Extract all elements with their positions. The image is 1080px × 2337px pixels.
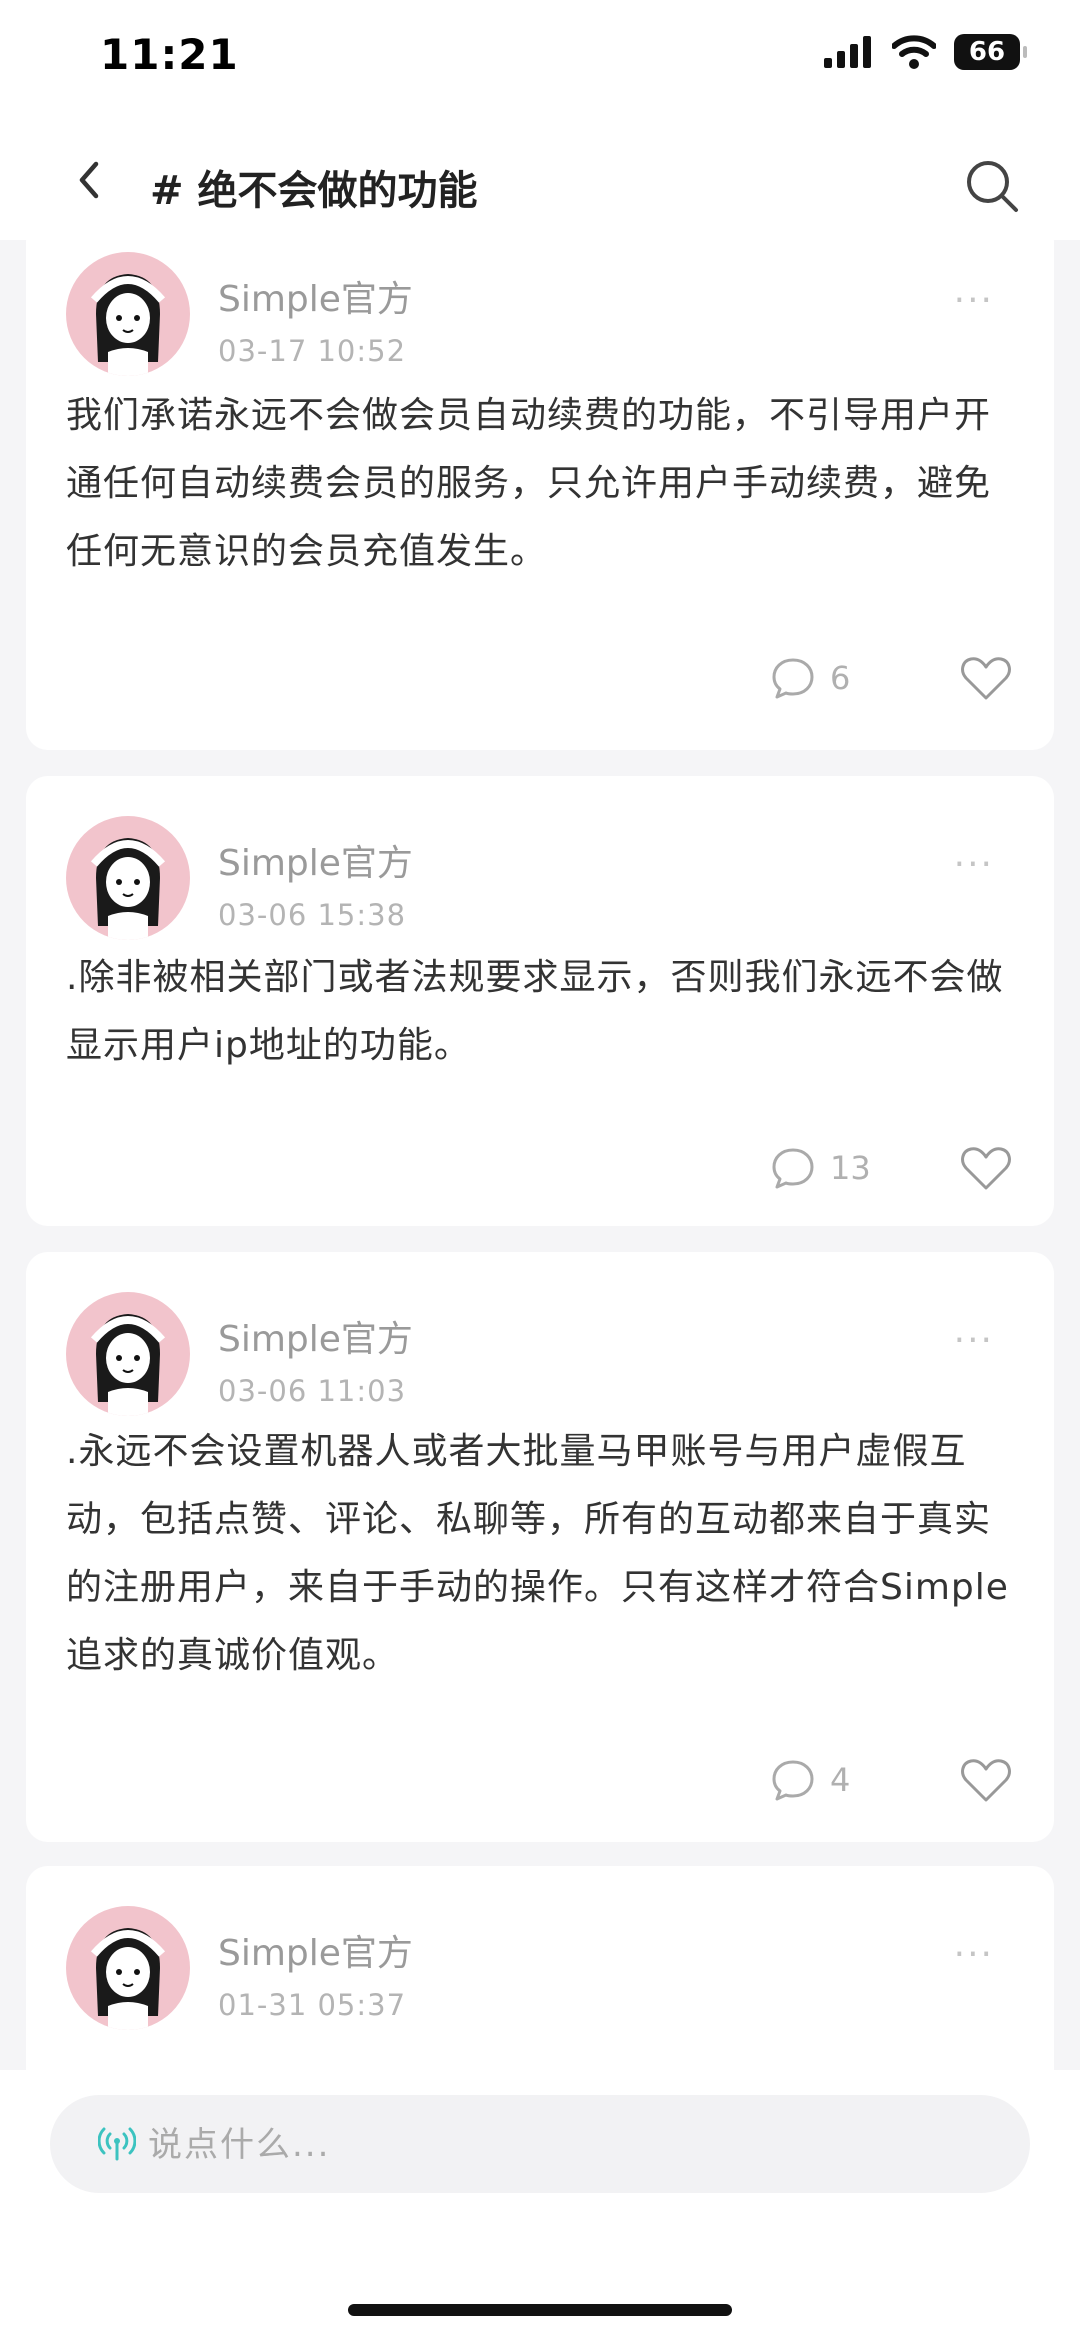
battery-icon: 66 bbox=[954, 34, 1027, 70]
speech-bubble-icon bbox=[772, 658, 814, 699]
comment-count: 4 bbox=[830, 1761, 851, 1799]
avatar[interactable] bbox=[66, 1906, 190, 2030]
post-feed[interactable]: Simple官方 03-17 10:52 ··· 我们承诺永远不会做会员自动续费… bbox=[0, 240, 1080, 2070]
comment-count: 13 bbox=[830, 1149, 871, 1187]
avatar-girl-icon bbox=[90, 838, 166, 940]
avatar[interactable] bbox=[66, 252, 190, 376]
speech-bubble-icon bbox=[772, 1760, 814, 1801]
comment-count: 6 bbox=[830, 659, 851, 697]
back-chevron-icon[interactable] bbox=[70, 160, 110, 200]
input-placeholder: 说点什么... bbox=[148, 2125, 331, 2165]
post-username[interactable]: Simple官方 bbox=[218, 1924, 413, 1976]
post-timestamp: 01-31 05:37 bbox=[218, 1988, 407, 2022]
signal-icon bbox=[824, 36, 871, 68]
comment-input[interactable]: 说点什么... bbox=[50, 2095, 1030, 2193]
status-icons: 66 bbox=[824, 34, 1027, 70]
heart-icon[interactable] bbox=[960, 656, 1012, 702]
status-bar: 11:21 66 bbox=[0, 0, 1080, 120]
page-title: # 绝不会做的功能 bbox=[150, 168, 478, 214]
heart-icon[interactable] bbox=[960, 1146, 1012, 1192]
post-timestamp: 03-06 15:38 bbox=[218, 898, 407, 932]
post-timestamp: 03-17 10:52 bbox=[218, 334, 407, 368]
home-indicator[interactable] bbox=[348, 2304, 732, 2316]
avatar[interactable] bbox=[66, 1292, 190, 1416]
post-card[interactable]: Simple官方 03-06 15:38 ··· .除非被相关部门或者法规要求显… bbox=[26, 776, 1054, 1226]
more-dots-icon[interactable]: ··· bbox=[954, 1320, 994, 1361]
avatar-girl-icon bbox=[90, 1314, 166, 1416]
more-dots-icon[interactable]: ··· bbox=[954, 844, 994, 885]
comment-button[interactable]: 6 bbox=[770, 656, 850, 700]
post-card[interactable]: Simple官方 01-31 05:37 ··· bbox=[26, 1866, 1054, 2070]
broadcast-icon bbox=[98, 2127, 136, 2161]
more-dots-icon[interactable]: ··· bbox=[954, 1934, 994, 1975]
avatar-girl-icon bbox=[90, 1928, 166, 2030]
post-username[interactable]: Simple官方 bbox=[218, 270, 413, 322]
post-card[interactable]: Simple官方 03-17 10:52 ··· 我们承诺永远不会做会员自动续费… bbox=[26, 240, 1054, 750]
post-card[interactable]: Simple官方 03-06 11:03 ··· .永远不会设置机器人或者大批量… bbox=[26, 1252, 1054, 1842]
comment-button[interactable]: 13 bbox=[770, 1146, 871, 1190]
avatar-girl-icon bbox=[90, 274, 166, 376]
post-username[interactable]: Simple官方 bbox=[218, 1310, 413, 1362]
search-icon[interactable] bbox=[964, 158, 1020, 214]
status-time: 11:21 bbox=[100, 30, 239, 79]
bottom-input-bar: 说点什么... bbox=[0, 2070, 1080, 2337]
nav-bar: # 绝不会做的功能 bbox=[0, 120, 1080, 240]
post-content: .永远不会设置机器人或者大批量马甲账号与用户虚假互动，包括点赞、评论、私聊等，所… bbox=[66, 1431, 1009, 1676]
heart-icon[interactable] bbox=[960, 1758, 1012, 1804]
wifi-icon bbox=[892, 35, 936, 69]
speech-bubble-icon bbox=[772, 1148, 814, 1189]
post-timestamp: 03-06 11:03 bbox=[218, 1374, 407, 1408]
comment-button[interactable]: 4 bbox=[770, 1758, 850, 1802]
post-content: .除非被相关部门或者法规要求显示，否则我们永远不会做显示用户ip地址的功能。 bbox=[66, 957, 1004, 1066]
post-content: 我们承诺永远不会做会员自动续费的功能，不引导用户开通任何自动续费会员的服务，只允… bbox=[66, 395, 992, 572]
avatar[interactable] bbox=[66, 816, 190, 940]
post-username[interactable]: Simple官方 bbox=[218, 834, 413, 886]
more-dots-icon[interactable]: ··· bbox=[954, 280, 994, 321]
battery-level: 66 bbox=[968, 37, 1006, 67]
